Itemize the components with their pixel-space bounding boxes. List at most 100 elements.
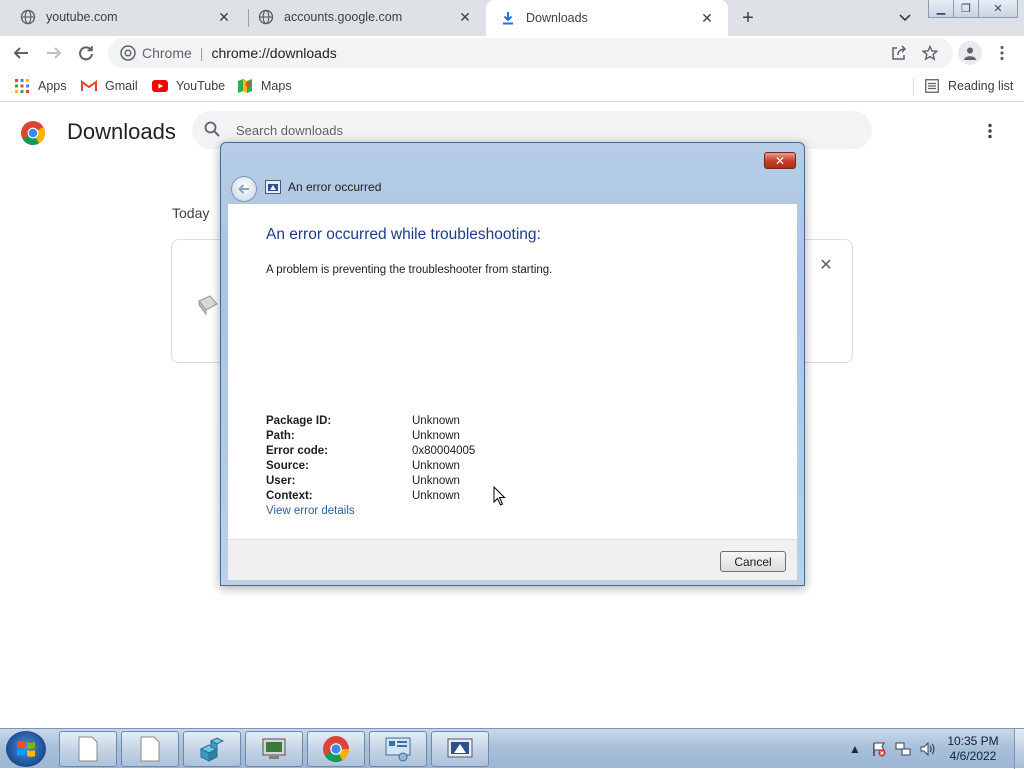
property-label: User: xyxy=(266,475,296,487)
bookmark-label: YouTube xyxy=(176,79,226,93)
blank-document-icon xyxy=(140,736,160,762)
troubleshooter-icon xyxy=(447,738,473,758)
remove-download-button[interactable]: ✕ xyxy=(817,256,835,274)
cancel-button[interactable]: Cancel xyxy=(720,551,786,572)
close-icon[interactable]: ✕ xyxy=(215,8,233,26)
taskbar-item-control-panel[interactable] xyxy=(369,731,427,767)
tab-accounts-google[interactable]: accounts.google.com ✕ xyxy=(238,0,486,34)
chrome-logo-icon xyxy=(20,120,46,146)
page-title: Downloads xyxy=(67,119,176,144)
tab-title: youtube.com xyxy=(46,10,118,24)
scheme-label: Chrome xyxy=(142,45,192,61)
clock-date: 4/6/2022 xyxy=(949,749,997,763)
new-tab-button[interactable]: + xyxy=(736,6,760,30)
back-arrow-icon[interactable] xyxy=(231,176,257,202)
taskbar-item-registry[interactable] xyxy=(183,731,241,767)
tab-title: Downloads xyxy=(526,11,588,25)
bookmark-maps[interactable]: Maps xyxy=(237,76,292,96)
bookmark-youtube[interactable]: YouTube xyxy=(152,76,225,96)
property-row: Error code: 0x80004005 xyxy=(266,444,475,459)
forward-button[interactable] xyxy=(41,40,67,66)
reload-button[interactable] xyxy=(73,40,99,66)
bookmark-label: Maps xyxy=(261,79,292,93)
bookmark-apps[interactable]: Apps xyxy=(14,76,67,96)
taskbar-item-notepad-1[interactable] xyxy=(59,731,117,767)
dialog-window-title: An error occurred xyxy=(288,180,382,194)
close-icon[interactable]: ✕ xyxy=(698,9,716,27)
mouse-pointer-icon xyxy=(493,485,507,506)
kebab-menu-icon xyxy=(988,123,992,139)
windows-taskbar: ▲ 10:35 PM 4/6/2022 xyxy=(0,728,1024,769)
kebab-menu-icon xyxy=(1000,45,1004,61)
globe-icon xyxy=(258,9,274,25)
bookmark-gmail[interactable]: Gmail xyxy=(81,76,138,96)
bookmark-star-button[interactable] xyxy=(917,40,943,66)
error-heading: An error occurred while troubleshooting: xyxy=(266,226,541,243)
property-label: Error code: xyxy=(266,445,328,457)
property-row: Context: Unknown xyxy=(266,489,475,504)
chrome-menu-button[interactable] xyxy=(989,40,1015,66)
tab-strip: youtube.com ✕ accounts.google.com ✕ Down… xyxy=(0,0,1024,36)
clock-time: 10:35 PM xyxy=(947,734,999,748)
property-value: Unknown xyxy=(412,460,460,472)
property-label: Context: xyxy=(266,490,313,502)
taskbar-item-chrome[interactable] xyxy=(307,731,365,767)
reading-list-label: Reading list xyxy=(948,79,1014,93)
globe-icon xyxy=(20,9,36,25)
dialog-close-button[interactable]: ✕ xyxy=(764,152,796,169)
registry-cubes-icon xyxy=(199,737,225,762)
address-bar[interactable]: Chrome | chrome://downloads xyxy=(108,38,953,68)
restore-button[interactable]: ❐ xyxy=(953,0,979,18)
view-error-details-link[interactable]: View error details xyxy=(266,505,355,517)
dialog-footer: Cancel xyxy=(228,539,797,580)
minimize-button[interactable]: ▁ xyxy=(928,0,954,18)
taskbar-item-device-manager[interactable] xyxy=(245,731,303,767)
volume-icon[interactable] xyxy=(918,740,936,758)
property-label: Source: xyxy=(266,460,309,472)
download-icon xyxy=(500,10,516,26)
maps-icon xyxy=(237,78,253,94)
property-label: Package ID: xyxy=(266,415,332,427)
reading-list-button[interactable]: Reading list xyxy=(924,76,1013,96)
error-code-value: 0x80004005 xyxy=(412,445,476,457)
show-desktop-button[interactable] xyxy=(1014,729,1024,769)
bookmark-label: Gmail xyxy=(105,79,138,93)
downloads-menu-button[interactable] xyxy=(980,119,1000,143)
property-label: Path: xyxy=(266,430,295,442)
taskbar-clock[interactable]: 10:35 PM 4/6/2022 xyxy=(938,734,1008,764)
profile-avatar[interactable] xyxy=(958,41,982,65)
tab-downloads[interactable]: Downloads ✕ xyxy=(486,0,728,36)
tab-youtube[interactable]: youtube.com ✕ xyxy=(0,0,245,34)
tab-search-chevron-icon[interactable] xyxy=(895,8,915,28)
person-icon xyxy=(964,47,976,60)
property-row: Package ID: Unknown xyxy=(266,414,475,429)
star-icon xyxy=(922,45,938,61)
device-manager-icon xyxy=(262,738,286,759)
window-close-button[interactable]: ✕ xyxy=(978,0,1018,18)
gmail-icon xyxy=(81,78,97,94)
start-button[interactable] xyxy=(6,731,46,767)
share-button[interactable] xyxy=(886,40,912,66)
taskbar-item-troubleshooter[interactable] xyxy=(431,731,489,767)
browser-toolbar: Chrome | chrome://downloads xyxy=(0,36,1024,70)
back-button[interactable] xyxy=(8,40,34,66)
control-panel-icon xyxy=(385,737,411,762)
search-placeholder: Search downloads xyxy=(236,122,343,138)
show-hidden-icons-icon[interactable]: ▲ xyxy=(846,740,864,758)
bookmarks-divider xyxy=(913,78,914,96)
close-icon[interactable]: ✕ xyxy=(456,8,474,26)
apps-grid-icon xyxy=(14,78,30,94)
action-center-flag-icon[interactable] xyxy=(870,740,888,758)
omnibox-divider: | xyxy=(199,45,204,61)
blank-document-icon xyxy=(78,736,98,762)
taskbar-item-notepad-2[interactable] xyxy=(121,731,179,767)
network-icon[interactable] xyxy=(894,740,912,758)
property-row: User: Unknown xyxy=(266,474,475,489)
property-value: Unknown xyxy=(412,430,460,442)
chrome-icon xyxy=(120,45,136,61)
share-icon xyxy=(892,45,907,60)
tab-title: accounts.google.com xyxy=(284,10,403,24)
property-row: Source: Unknown xyxy=(266,459,475,474)
arrow-left-icon xyxy=(13,47,28,59)
dialog-body: An error occurred while troubleshooting:… xyxy=(228,204,797,540)
